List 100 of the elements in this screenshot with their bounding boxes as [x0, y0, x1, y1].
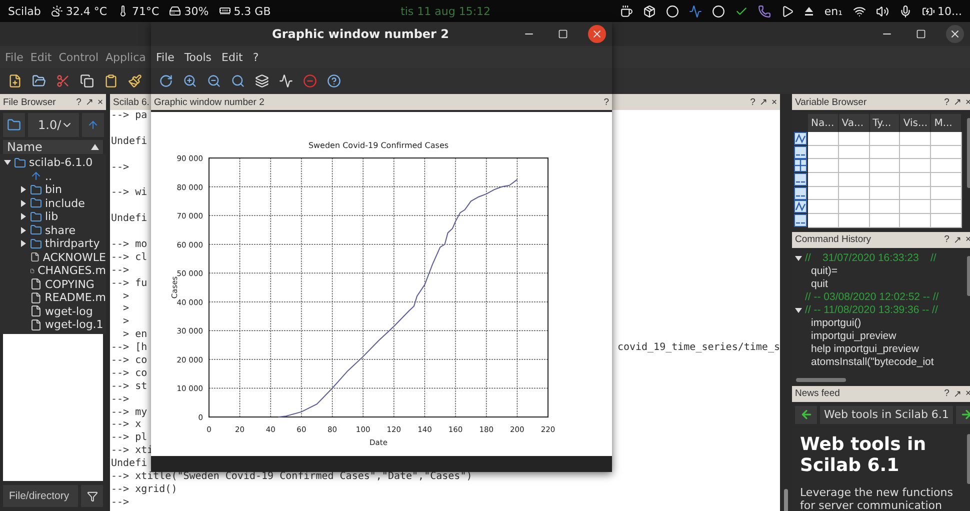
panel-control[interactable]: ?: [604, 96, 609, 108]
session-header[interactable]: // -- 03/08/2020 12:02:52 -- //: [805, 291, 939, 304]
panel-control[interactable]: ↗: [85, 96, 94, 108]
tree-item[interactable]: bin: [45, 183, 62, 196]
panel-control[interactable]: ↗: [759, 96, 768, 108]
clock[interactable]: tis 11 aug 15:12: [400, 4, 491, 18]
panel-control[interactable]: ×: [771, 96, 777, 108]
battery-status[interactable]: 10...: [922, 4, 962, 18]
panel-control[interactable]: ?: [944, 388, 950, 400]
menu-item[interactable]: Edit: [222, 50, 243, 64]
history-command[interactable]: quit: [795, 278, 964, 291]
menu-item[interactable]: File: [156, 50, 174, 64]
layers-icon: [255, 74, 269, 88]
keyboard-layout[interactable]: en₁: [824, 4, 843, 18]
scrollbar-thumb[interactable]: [967, 434, 970, 484]
column-header[interactable]: Ty...: [870, 114, 900, 132]
file-icon: [30, 292, 42, 304]
table-cell: [808, 200, 839, 214]
tree-item[interactable]: README.m: [44, 291, 106, 304]
app-name[interactable]: Scilab: [8, 4, 41, 18]
history-command[interactable]: importgui_preview: [795, 330, 964, 343]
panel-control[interactable]: ?: [944, 96, 950, 108]
disk-status[interactable]: 30%: [169, 4, 209, 18]
scrollbar-thumb[interactable]: [796, 378, 846, 382]
column-header[interactable]: Na...: [808, 114, 839, 132]
table-cell: [931, 214, 962, 228]
tree-item[interactable]: COPYING: [45, 278, 94, 291]
tree-item[interactable]: CHANGES.m: [38, 264, 106, 278]
tree-item[interactable]: wget-log: [45, 304, 93, 318]
collapsed-arrow-icon[interactable]: [20, 226, 27, 234]
maximize-icon: [558, 29, 568, 39]
panel-control[interactable]: ×: [965, 96, 970, 108]
panel-control[interactable]: ↗: [953, 388, 962, 400]
session-header[interactable]: // 31/07/2020 16:33:23 //: [805, 252, 936, 264]
package-icon: [643, 4, 656, 18]
collapsed-arrow-icon[interactable]: [20, 200, 27, 207]
console-line: -->: [111, 496, 130, 510]
right-arrow-icon: [960, 408, 970, 422]
close-button[interactable]: [946, 25, 964, 43]
previous-button[interactable]: [795, 406, 817, 424]
magnifier-icon: [231, 74, 245, 88]
panel-control[interactable]: ?: [944, 234, 950, 246]
eject-icon[interactable]: [804, 6, 814, 16]
filter-button[interactable]: [81, 485, 103, 507]
menu-item[interactable]: Edit: [30, 50, 52, 64]
maximize-icon: [916, 29, 926, 39]
phone-icon: [758, 4, 772, 18]
column-header[interactable]: Name: [3, 140, 103, 154]
close-button[interactable]: [588, 25, 606, 43]
menu-item[interactable]: File: [5, 50, 24, 64]
expanded-arrow-icon[interactable]: [795, 306, 802, 314]
variable-type-icon: [794, 214, 807, 228]
menu-item[interactable]: ?: [252, 50, 259, 64]
column-header[interactable]: Va...: [838, 114, 870, 132]
scrollbar-thumb[interactable]: [967, 118, 970, 188]
weather-status[interactable]: 32.4 °C: [50, 4, 108, 18]
news-title-button[interactable]: Web tools in Scilab 6.1: [820, 406, 953, 424]
variable-type-icon: [794, 173, 807, 186]
expanded-arrow-icon[interactable]: [795, 254, 802, 262]
panel-title: File Browser: [3, 96, 56, 108]
history-command[interactable]: quit)=: [795, 264, 964, 278]
column-header[interactable]: M...: [931, 114, 962, 132]
temperature-status[interactable]: 71°C: [117, 4, 160, 18]
menu-item[interactable]: Tools: [184, 50, 212, 64]
history-command[interactable]: atomsInstall("bytecode_iot: [795, 356, 964, 369]
close-icon: [949, 28, 961, 40]
session-header[interactable]: // -- 11/08/2020 13:39:36 -- //: [805, 304, 938, 316]
tree-item[interactable]: wget-log.1: [45, 318, 104, 332]
table-cell: [931, 200, 962, 214]
history-command[interactable]: help importgui_preview: [795, 342, 964, 356]
weather-icon: [50, 5, 63, 17]
panel-control[interactable]: ↗: [953, 234, 962, 246]
history-command[interactable]: importgui(): [795, 316, 964, 330]
panel-control[interactable]: ↗: [953, 96, 962, 108]
path-dropdown[interactable]: 1.0/: [28, 113, 80, 137]
console-line: --> [h: [111, 342, 148, 355]
folder-button[interactable]: [3, 113, 25, 137]
tree-item[interactable]: thirdparty: [45, 237, 100, 250]
column-header[interactable]: Vis...: [900, 114, 932, 132]
tree-item[interactable]: include: [45, 196, 85, 210]
tree-item[interactable]: ..: [45, 170, 52, 183]
tree-item[interactable]: lib: [45, 210, 58, 224]
panel-control[interactable]: ?: [750, 96, 756, 108]
panel-control[interactable]: ×: [965, 234, 970, 246]
collapsed-arrow-icon[interactable]: [20, 186, 27, 194]
memory-status[interactable]: 5.3 GB: [218, 4, 271, 18]
expanded-arrow-icon[interactable]: [4, 159, 11, 166]
collapsed-arrow-icon[interactable]: [20, 240, 27, 248]
menu-item[interactable]: Control: [58, 50, 98, 64]
scrollbar-thumb[interactable]: [967, 256, 970, 296]
panel-control[interactable]: ?: [76, 96, 82, 108]
up-folder-button[interactable]: [82, 113, 104, 137]
filter-field[interactable]: File/directory: [3, 485, 78, 507]
panel-control[interactable]: ×: [965, 388, 970, 400]
tree-item[interactable]: scilab-6.1.0: [29, 156, 93, 170]
panel-control[interactable]: ×: [97, 96, 103, 108]
tree-item[interactable]: share: [45, 224, 76, 237]
collapsed-arrow-icon[interactable]: [20, 213, 27, 220]
menu-item[interactable]: Applica: [106, 50, 146, 64]
tree-item[interactable]: ACKNOWLE: [42, 250, 106, 264]
